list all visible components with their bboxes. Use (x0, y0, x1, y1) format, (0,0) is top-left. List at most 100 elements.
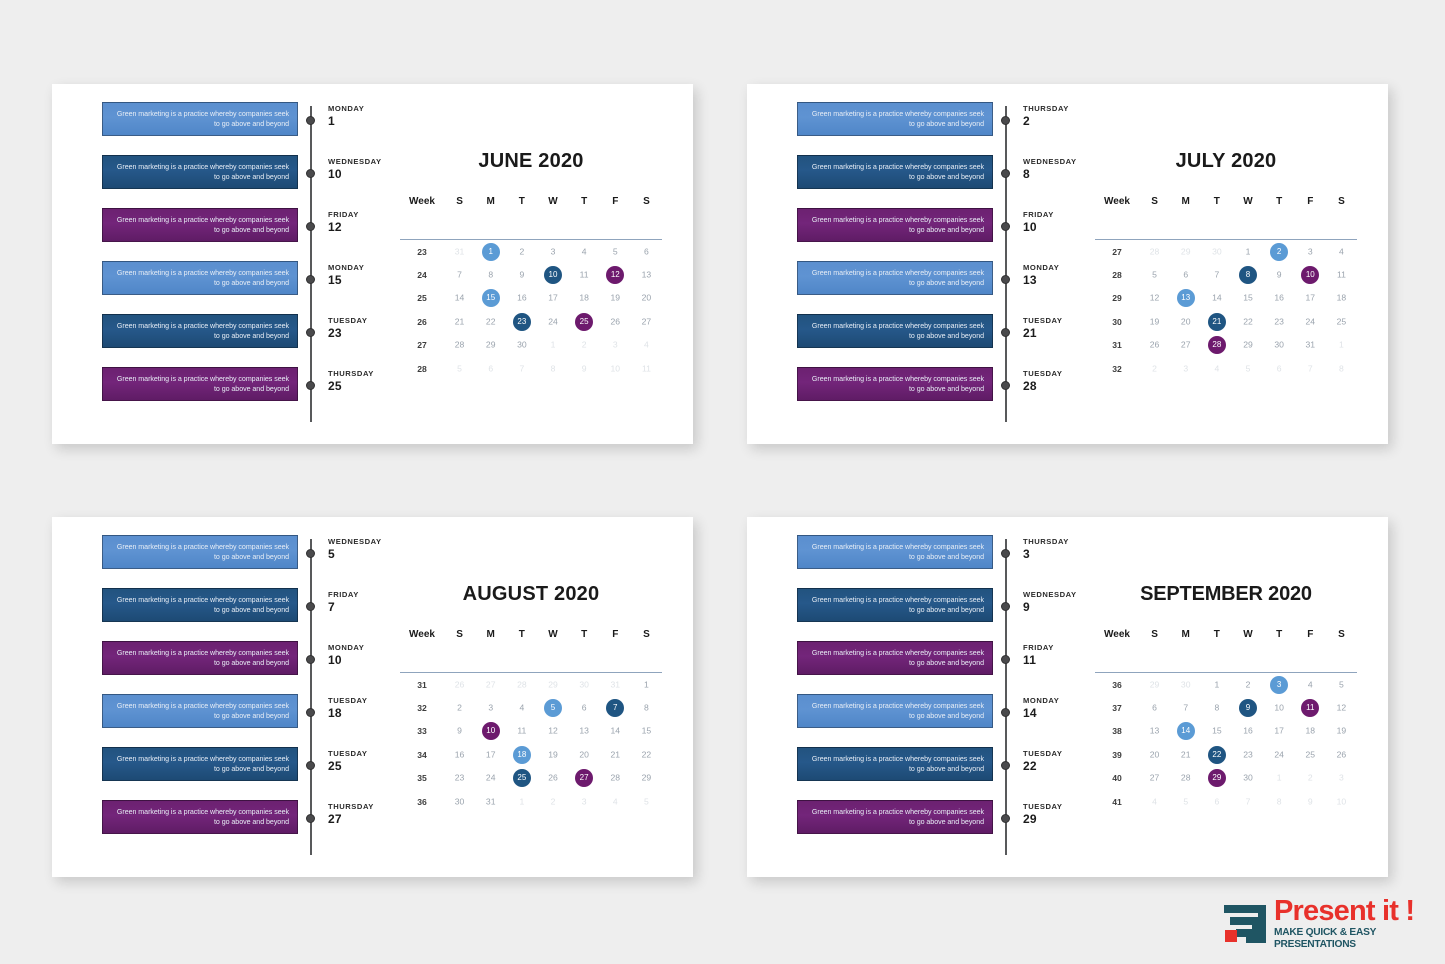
calendar-day-cell[interactable]: 4 (1295, 672, 1326, 696)
timeline-entry[interactable]: Green marketing is a practice whereby co… (797, 261, 1067, 295)
calendar-day-cell[interactable]: 11 (569, 263, 600, 286)
calendar-day-cell[interactable]: 17 (1264, 720, 1295, 743)
calendar-day-cell[interactable]: 18 (1295, 720, 1326, 743)
timeline-entry[interactable]: Green marketing is a practice whereby co… (102, 747, 372, 781)
calendar-day-cell[interactable]: 30 (569, 672, 600, 696)
calendar-day-cell[interactable]: 27 (631, 310, 662, 333)
calendar-day-cell[interactable]: 4 (1201, 357, 1232, 380)
calendar-day-cell[interactable]: 8 (475, 263, 506, 286)
calendar-day-cell[interactable]: 4 (1326, 239, 1357, 263)
calendar-day-cell[interactable]: 21 (1201, 310, 1232, 333)
timeline-entry[interactable]: Green marketing is a practice whereby co… (797, 367, 1067, 401)
calendar-day-cell[interactable]: 1 (475, 239, 506, 263)
calendar-day-cell[interactable]: 3 (537, 239, 568, 263)
calendar-day-cell[interactable]: 16 (444, 743, 475, 766)
calendar-day-cell[interactable]: 17 (475, 743, 506, 766)
calendar-day-cell[interactable]: 29 (475, 333, 506, 356)
calendar-day-cell[interactable]: 28 (506, 672, 537, 696)
calendar-day-cell[interactable]: 7 (506, 357, 537, 380)
calendar-day-cell[interactable]: 8 (537, 357, 568, 380)
calendar-day-cell[interactable]: 27 (475, 672, 506, 696)
calendar-day-cell[interactable]: 26 (1139, 333, 1170, 356)
calendar-day-cell[interactable]: 14 (1201, 287, 1232, 310)
calendar-day-cell[interactable]: 21 (1170, 743, 1201, 766)
timeline-bar[interactable]: Green marketing is a practice whereby co… (102, 747, 298, 781)
calendar-day-cell[interactable]: 16 (1264, 287, 1295, 310)
calendar-day-cell[interactable]: 18 (569, 287, 600, 310)
calendar-day-cell[interactable]: 5 (537, 696, 568, 719)
calendar-day-cell[interactable]: 6 (631, 239, 662, 263)
calendar-day-cell[interactable]: 3 (1326, 766, 1357, 789)
timeline-bar[interactable]: Green marketing is a practice whereby co… (102, 800, 298, 834)
calendar-day-cell[interactable]: 26 (444, 672, 475, 696)
calendar-day-cell[interactable]: 30 (1201, 239, 1232, 263)
timeline-entry[interactable]: Green marketing is a practice whereby co… (797, 747, 1067, 781)
calendar-day-cell[interactable]: 10 (1264, 696, 1295, 719)
calendar-day-cell[interactable]: 29 (1201, 766, 1232, 789)
calendar-day-cell[interactable]: 29 (1139, 672, 1170, 696)
calendar-day-cell[interactable]: 3 (600, 333, 631, 356)
calendar-day-cell[interactable]: 7 (1295, 357, 1326, 380)
calendar-day-cell[interactable]: 2 (1232, 672, 1263, 696)
timeline-bar[interactable]: Green marketing is a practice whereby co… (797, 535, 993, 569)
calendar-day-cell[interactable]: 9 (1264, 263, 1295, 286)
timeline-entry[interactable]: Green marketing is a practice whereby co… (102, 314, 372, 348)
calendar-day-cell[interactable]: 13 (631, 263, 662, 286)
calendar-day-cell[interactable]: 25 (1295, 743, 1326, 766)
calendar-day-cell[interactable]: 23 (1264, 310, 1295, 333)
calendar-day-cell[interactable]: 9 (444, 720, 475, 743)
calendar-day-cell[interactable]: 9 (569, 357, 600, 380)
calendar-day-cell[interactable]: 10 (1295, 263, 1326, 286)
calendar-day-cell[interactable]: 2 (1295, 766, 1326, 789)
calendar-day-cell[interactable]: 6 (569, 696, 600, 719)
calendar-day-cell[interactable]: 29 (1232, 333, 1263, 356)
calendar-day-cell[interactable]: 11 (1326, 263, 1357, 286)
calendar-day-cell[interactable]: 5 (1170, 790, 1201, 813)
timeline-bar[interactable]: Green marketing is a practice whereby co… (102, 208, 298, 242)
calendar-day-cell[interactable]: 1 (506, 790, 537, 813)
calendar-day-cell[interactable]: 1 (537, 333, 568, 356)
calendar-day-cell[interactable]: 10 (600, 357, 631, 380)
calendar-day-cell[interactable]: 7 (444, 263, 475, 286)
calendar-day-cell[interactable]: 3 (475, 696, 506, 719)
calendar-day-cell[interactable]: 26 (600, 310, 631, 333)
calendar-day-cell[interactable]: 12 (537, 720, 568, 743)
calendar-day-cell[interactable]: 2 (1139, 357, 1170, 380)
calendar-day-cell[interactable]: 15 (631, 720, 662, 743)
calendar-day-cell[interactable]: 5 (1232, 357, 1263, 380)
timeline-bar[interactable]: Green marketing is a practice whereby co… (797, 102, 993, 136)
slide-july[interactable]: Green marketing is a practice whereby co… (747, 84, 1388, 444)
calendar-day-cell[interactable]: 9 (1232, 696, 1263, 719)
slide-september[interactable]: Green marketing is a practice whereby co… (747, 517, 1388, 877)
calendar-day-cell[interactable]: 5 (1139, 263, 1170, 286)
calendar-day-cell[interactable]: 10 (1326, 790, 1357, 813)
calendar-day-cell[interactable]: 15 (475, 287, 506, 310)
calendar-day-cell[interactable]: 30 (506, 333, 537, 356)
calendar-day-cell[interactable]: 15 (1201, 720, 1232, 743)
calendar-day-cell[interactable]: 4 (631, 333, 662, 356)
calendar-day-cell[interactable]: 1 (1232, 239, 1263, 263)
calendar-day-cell[interactable]: 19 (600, 287, 631, 310)
timeline-bar[interactable]: Green marketing is a practice whereby co… (102, 588, 298, 622)
timeline-entry[interactable]: Green marketing is a practice whereby co… (797, 588, 1076, 622)
calendar-day-cell[interactable]: 2 (444, 696, 475, 719)
calendar-day-cell[interactable]: 22 (1201, 743, 1232, 766)
timeline-bar[interactable]: Green marketing is a practice whereby co… (797, 694, 993, 728)
calendar-day-cell[interactable]: 31 (475, 790, 506, 813)
calendar-day-cell[interactable]: 8 (1264, 790, 1295, 813)
calendar-day-cell[interactable]: 28 (1139, 239, 1170, 263)
calendar-day-cell[interactable]: 28 (1201, 333, 1232, 356)
calendar-day-cell[interactable]: 31 (444, 239, 475, 263)
timeline-entry[interactable]: Green marketing is a practice whereby co… (102, 694, 372, 728)
calendar-day-cell[interactable]: 19 (537, 743, 568, 766)
timeline-entry[interactable]: Green marketing is a practice whereby co… (102, 155, 381, 189)
slide-august[interactable]: Green marketing is a practice whereby co… (52, 517, 693, 877)
calendar-day-cell[interactable]: 2 (506, 239, 537, 263)
calendar-day-cell[interactable]: 23 (1232, 743, 1263, 766)
calendar-day-cell[interactable]: 5 (600, 239, 631, 263)
calendar-day-cell[interactable]: 20 (631, 287, 662, 310)
calendar-day-cell[interactable]: 22 (631, 743, 662, 766)
calendar-day-cell[interactable]: 3 (1295, 239, 1326, 263)
calendar-day-cell[interactable]: 25 (506, 766, 537, 789)
calendar-day-cell[interactable]: 28 (1170, 766, 1201, 789)
